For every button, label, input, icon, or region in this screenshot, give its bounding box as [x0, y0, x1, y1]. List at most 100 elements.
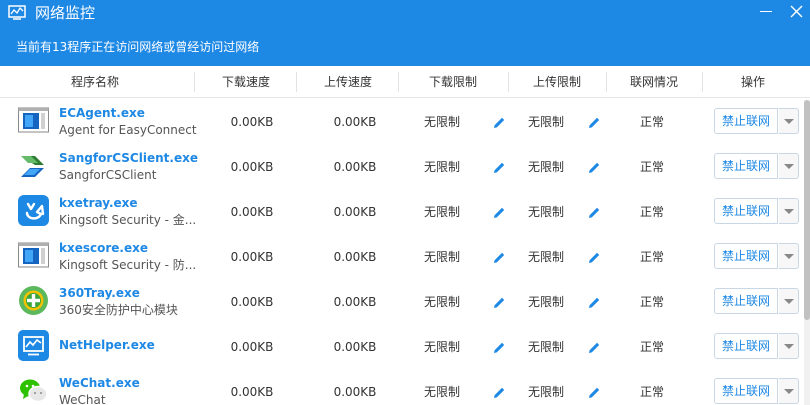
table-row[interactable]: kxescore.exe Kingsoft Security - 防... 0.…	[0, 235, 810, 280]
kxescore-icon	[18, 242, 49, 268]
upload-limit: 无限制	[527, 385, 564, 399]
download-limit: 无限制	[423, 205, 460, 219]
upload-limit: 无限制	[527, 115, 564, 129]
upload-speed: 0.00KB	[333, 340, 377, 354]
action-dropdown-button[interactable]	[779, 243, 799, 269]
header-upload-limit[interactable]: 上传限制	[508, 66, 606, 98]
app-name: kxetray.exe	[59, 196, 138, 210]
nethelper-icon	[18, 330, 49, 361]
header-action: 操作	[740, 75, 765, 89]
action-dropdown-button[interactable]	[779, 333, 799, 359]
action-dropdown-button[interactable]	[779, 288, 799, 314]
edit-upload-limit-icon[interactable]	[588, 206, 601, 219]
block-network-button[interactable]: 禁止联网	[714, 153, 778, 179]
summary-text: 当前有13程序正在访问网络或曾经访问过网络	[16, 40, 260, 54]
download-speed: 0.00KB	[230, 295, 274, 309]
edit-upload-limit-icon[interactable]	[588, 161, 601, 174]
app-description: SangforCSClient	[59, 168, 157, 182]
download-limit: 无限制	[423, 160, 460, 174]
upload-limit: 无限制	[527, 160, 564, 174]
app-name: ECAgent.exe	[59, 106, 145, 120]
network-status: 正常	[639, 340, 664, 354]
network-monitor-icon	[8, 5, 26, 20]
minimize-button[interactable]	[752, 0, 782, 24]
download-speed: 0.00KB	[230, 250, 274, 264]
window-title: 网络监控	[35, 4, 96, 22]
action-dropdown-button[interactable]	[779, 378, 799, 404]
app-name: kxescore.exe	[59, 241, 148, 255]
network-status: 正常	[639, 250, 664, 264]
network-status: 正常	[639, 115, 664, 129]
download-limit: 无限制	[423, 385, 460, 399]
block-network-button[interactable]: 禁止联网	[714, 333, 778, 359]
app-name: WeChat.exe	[59, 376, 140, 390]
vertical-scrollbar[interactable]	[804, 100, 810, 405]
download-limit: 无限制	[423, 340, 460, 354]
table-row[interactable]: WeChat.exe WeChat 0.00KB 0.00KB 无限制 无限制 …	[0, 370, 810, 405]
upload-limit: 无限制	[527, 205, 564, 219]
app-description: Agent for EasyConnect	[59, 123, 197, 137]
action-dropdown-button[interactable]	[779, 153, 799, 179]
upload-limit: 无限制	[527, 295, 564, 309]
app-name: NetHelper.exe	[59, 338, 155, 352]
download-limit: 无限制	[423, 250, 460, 264]
table-row[interactable]: SangforCSClient.exe SangforCSClient 0.00…	[0, 145, 810, 190]
header-download-speed[interactable]: 下载速度	[194, 66, 298, 98]
scrollbar-thumb[interactable]	[804, 100, 810, 320]
download-speed: 0.00KB	[230, 160, 274, 174]
table-row[interactable]: ECAgent.exe Agent for EasyConnect 0.00KB…	[0, 100, 810, 145]
header-net-status[interactable]: 联网情况	[606, 66, 702, 98]
close-button[interactable]	[782, 0, 810, 24]
header-program[interactable]: 程序名称	[0, 66, 190, 98]
upload-speed: 0.00KB	[333, 160, 377, 174]
app-name: 360Tray.exe	[59, 286, 140, 300]
upload-speed: 0.00KB	[333, 115, 377, 129]
upload-limit: 无限制	[527, 340, 564, 354]
network-status: 正常	[639, 295, 664, 309]
edit-upload-limit-icon[interactable]	[588, 386, 601, 399]
edit-upload-limit-icon[interactable]	[588, 341, 601, 354]
download-limit: 无限制	[423, 295, 460, 309]
upload-speed: 0.00KB	[333, 385, 377, 399]
table-row[interactable]: NetHelper.exe 0.00KB 0.00KB 无限制 无限制 正常 禁…	[0, 325, 810, 370]
sangfor-icon	[21, 156, 44, 177]
header-upload-speed[interactable]: 上传速度	[296, 66, 400, 98]
block-network-button[interactable]: 禁止联网	[714, 243, 778, 269]
download-speed: 0.00KB	[230, 385, 274, 399]
network-status: 正常	[639, 160, 664, 174]
app-description: WeChat	[59, 393, 106, 405]
app-description: Kingsoft Security - 金...	[59, 213, 197, 227]
wechat-icon	[20, 379, 48, 403]
kxetray-icon	[18, 195, 49, 226]
upload-speed: 0.00KB	[333, 205, 377, 219]
app-description: Kingsoft Security - 防...	[59, 258, 197, 272]
download-speed: 0.00KB	[230, 205, 274, 219]
table-row[interactable]: 360Tray.exe 360安全防护中心模块 0.00KB 0.00KB 无限…	[0, 280, 810, 325]
360-shield-icon	[19, 286, 48, 315]
block-network-button[interactable]: 禁止联网	[714, 198, 778, 224]
action-dropdown-button[interactable]	[779, 108, 799, 134]
upload-speed: 0.00KB	[333, 295, 377, 309]
header-download-limit[interactable]: 下载限制	[398, 66, 508, 98]
close-icon	[790, 5, 803, 18]
app-name: SangforCSClient.exe	[59, 151, 198, 165]
download-limit: 无限制	[423, 115, 460, 129]
ecagent-icon	[18, 107, 49, 133]
upload-speed: 0.00KB	[333, 250, 377, 264]
title-bar: 网络监控 当前有13程序正在访问网络或曾经访问过网络	[0, 0, 810, 66]
edit-upload-limit-icon[interactable]	[588, 116, 601, 129]
download-speed: 0.00KB	[230, 340, 274, 354]
app-description: 360安全防护中心模块	[59, 303, 178, 317]
block-network-button[interactable]: 禁止联网	[714, 288, 778, 314]
network-status: 正常	[639, 385, 664, 399]
block-network-button[interactable]: 禁止联网	[714, 378, 778, 404]
network-status: 正常	[639, 205, 664, 219]
block-network-button[interactable]: 禁止联网	[714, 108, 778, 134]
table-header: 程序名称 下载速度 上传速度 下载限制 上传限制 联网情况 操作	[0, 66, 810, 98]
action-dropdown-button[interactable]	[779, 198, 799, 224]
edit-upload-limit-icon[interactable]	[588, 296, 601, 309]
table-row[interactable]: kxetray.exe Kingsoft Security - 金... 0.0…	[0, 190, 810, 235]
program-list: ECAgent.exe Agent for EasyConnect 0.00KB…	[0, 100, 810, 405]
download-speed: 0.00KB	[230, 115, 274, 129]
edit-upload-limit-icon[interactable]	[588, 251, 601, 264]
